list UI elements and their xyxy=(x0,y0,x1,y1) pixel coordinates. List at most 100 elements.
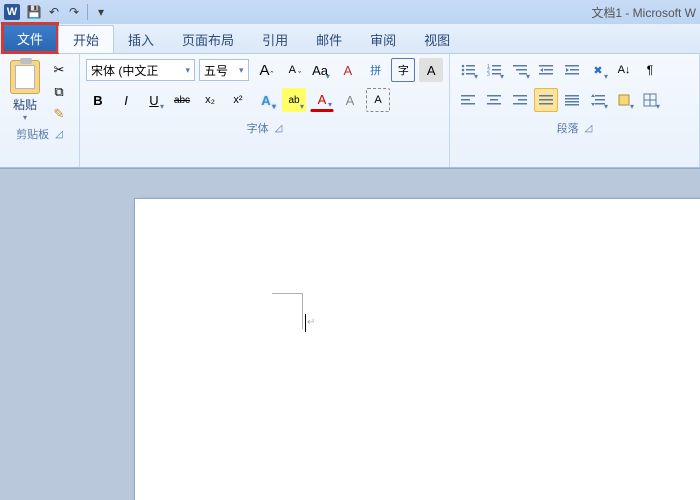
char-scaling-button[interactable]: A xyxy=(366,88,390,112)
char-scaling-icon: A xyxy=(374,94,381,106)
tab-view[interactable]: 视图 xyxy=(410,25,464,53)
underline-button[interactable]: U xyxy=(142,88,166,112)
asian-layout-button[interactable]: ✖ xyxy=(586,58,610,82)
document-page[interactable]: ↵ xyxy=(135,199,700,500)
text-effects-icon: A xyxy=(261,93,270,108)
align-right-icon xyxy=(513,93,527,107)
char-border-icon: 字 xyxy=(398,62,409,78)
paste-button[interactable]: 粘贴 ▾ xyxy=(6,58,44,124)
paragraph-dialog-launcher[interactable]: ◿ xyxy=(585,123,593,134)
scissors-icon: ✂ xyxy=(54,62,65,78)
multilevel-list-button[interactable] xyxy=(508,58,532,82)
highlight-button[interactable]: ab xyxy=(282,88,306,112)
indent-dec-icon xyxy=(539,63,553,77)
group-clipboard-label: 剪贴板 xyxy=(16,126,49,142)
font-size-combo[interactable]: 五号 xyxy=(199,59,249,81)
subscript-button[interactable]: x₂ xyxy=(198,88,222,112)
enclose-char-button[interactable]: A xyxy=(338,88,362,112)
group-paragraph: 123 ✖ A↓ ¶ 段落 ◿ xyxy=(450,54,700,167)
qat-redo-button[interactable]: ↷ xyxy=(65,3,83,21)
group-font: 宋体 (中文正 五号 Aˆ Aˇ Aa A 拼 字 A B I U abc x₂… xyxy=(80,54,450,167)
highlight-icon: ab xyxy=(288,95,299,106)
superscript-icon: x² xyxy=(233,94,242,106)
sort-button[interactable]: A↓ xyxy=(612,58,636,82)
undo-icon: ↶ xyxy=(49,5,59,19)
text-caret xyxy=(305,314,306,332)
change-case-button[interactable]: Aa xyxy=(308,58,332,82)
numbering-button[interactable]: 123 xyxy=(482,58,506,82)
increase-indent-button[interactable] xyxy=(560,58,584,82)
bullets-button[interactable] xyxy=(456,58,480,82)
distribute-icon xyxy=(565,93,579,107)
underline-icon: U xyxy=(149,93,158,108)
align-center-icon xyxy=(487,93,501,107)
align-right-button[interactable] xyxy=(508,88,532,112)
qat-save-button[interactable]: 💾 xyxy=(25,3,43,21)
tab-references[interactable]: 引用 xyxy=(248,25,302,53)
font-color-icon: A xyxy=(318,92,327,107)
chevron-down-icon: ▾ xyxy=(98,5,104,19)
align-center-button[interactable] xyxy=(482,88,506,112)
paste-label: 粘贴 xyxy=(13,96,37,113)
text-effects-button[interactable]: A xyxy=(254,88,278,112)
sort-icon: A↓ xyxy=(618,64,631,76)
tab-insert[interactable]: 插入 xyxy=(114,25,168,53)
format-painter-button[interactable]: ✎ xyxy=(48,104,70,124)
asian-icon: ✖ xyxy=(593,64,602,77)
copy-button[interactable]: ⧉ xyxy=(48,82,70,102)
line-spacing-button[interactable] xyxy=(586,88,610,112)
title-bar: W 💾 ↶ ↷ ▾ 文档1 - Microsoft W xyxy=(0,0,700,24)
qat-undo-button[interactable]: ↶ xyxy=(45,3,63,21)
font-name-combo[interactable]: 宋体 (中文正 xyxy=(86,59,195,81)
font-dialog-launcher[interactable]: ◿ xyxy=(275,123,283,134)
enclose-icon: A xyxy=(346,93,355,108)
tab-file-highlight: 文件 xyxy=(2,23,58,53)
group-clipboard: 粘贴 ▾ ✂ ⧉ ✎ 剪贴板 ◿ xyxy=(0,54,80,167)
char-border-button[interactable]: 字 xyxy=(391,58,415,82)
clear-formatting-button[interactable]: A xyxy=(336,58,360,82)
multilevel-icon xyxy=(513,63,527,77)
ribbon: 粘贴 ▾ ✂ ⧉ ✎ 剪贴板 ◿ 宋体 (中文正 五号 Aˆ Aˇ Aa A 拼… xyxy=(0,54,700,168)
line-spacing-icon xyxy=(591,93,605,107)
align-left-icon xyxy=(461,93,475,107)
pilcrow-icon: ¶ xyxy=(647,63,653,77)
subscript-icon: x₂ xyxy=(205,94,215,106)
app-icon[interactable]: W xyxy=(4,4,20,20)
indent-inc-icon xyxy=(565,63,579,77)
show-marks-button[interactable]: ¶ xyxy=(638,58,662,82)
align-justify-button[interactable] xyxy=(534,88,558,112)
tab-review[interactable]: 审阅 xyxy=(356,25,410,53)
phonetic-guide-button[interactable]: 拼 xyxy=(364,58,388,82)
bold-icon: B xyxy=(93,93,102,108)
shading-button[interactable] xyxy=(612,88,636,112)
distribute-button[interactable] xyxy=(560,88,584,112)
grow-font-button[interactable]: Aˆ xyxy=(253,58,277,82)
font-color-button[interactable]: A xyxy=(310,88,334,112)
borders-icon xyxy=(643,93,657,107)
align-left-button[interactable] xyxy=(456,88,480,112)
tab-home[interactable]: 开始 xyxy=(58,25,114,53)
clear-format-icon: A xyxy=(343,63,352,78)
clipboard-dialog-launcher[interactable]: ◿ xyxy=(55,129,63,140)
document-workspace[interactable]: ↵ xyxy=(0,168,700,500)
cut-button[interactable]: ✂ xyxy=(48,60,70,80)
font-size-value: 五号 xyxy=(204,62,228,79)
borders-button[interactable] xyxy=(638,88,662,112)
paragraph-mark-icon: ↵ xyxy=(307,317,315,328)
tab-file[interactable]: 文件 xyxy=(3,24,57,52)
superscript-button[interactable]: x² xyxy=(226,88,250,112)
char-shading-button[interactable]: A xyxy=(419,58,443,82)
italic-button[interactable]: I xyxy=(114,88,138,112)
strikethrough-button[interactable]: abc xyxy=(170,88,194,112)
bold-button[interactable]: B xyxy=(86,88,110,112)
shrink-font-button[interactable]: Aˇ xyxy=(280,58,304,82)
tab-page-layout[interactable]: 页面布局 xyxy=(168,25,248,53)
decrease-indent-button[interactable] xyxy=(534,58,558,82)
strike-icon: abc xyxy=(174,95,190,106)
qat-customize-button[interactable]: ▾ xyxy=(92,3,110,21)
align-justify-icon xyxy=(539,93,553,107)
svg-text:3: 3 xyxy=(487,72,490,77)
grow-font-icon: A xyxy=(259,62,269,79)
copy-icon: ⧉ xyxy=(54,84,63,100)
tab-mailings[interactable]: 邮件 xyxy=(302,25,356,53)
